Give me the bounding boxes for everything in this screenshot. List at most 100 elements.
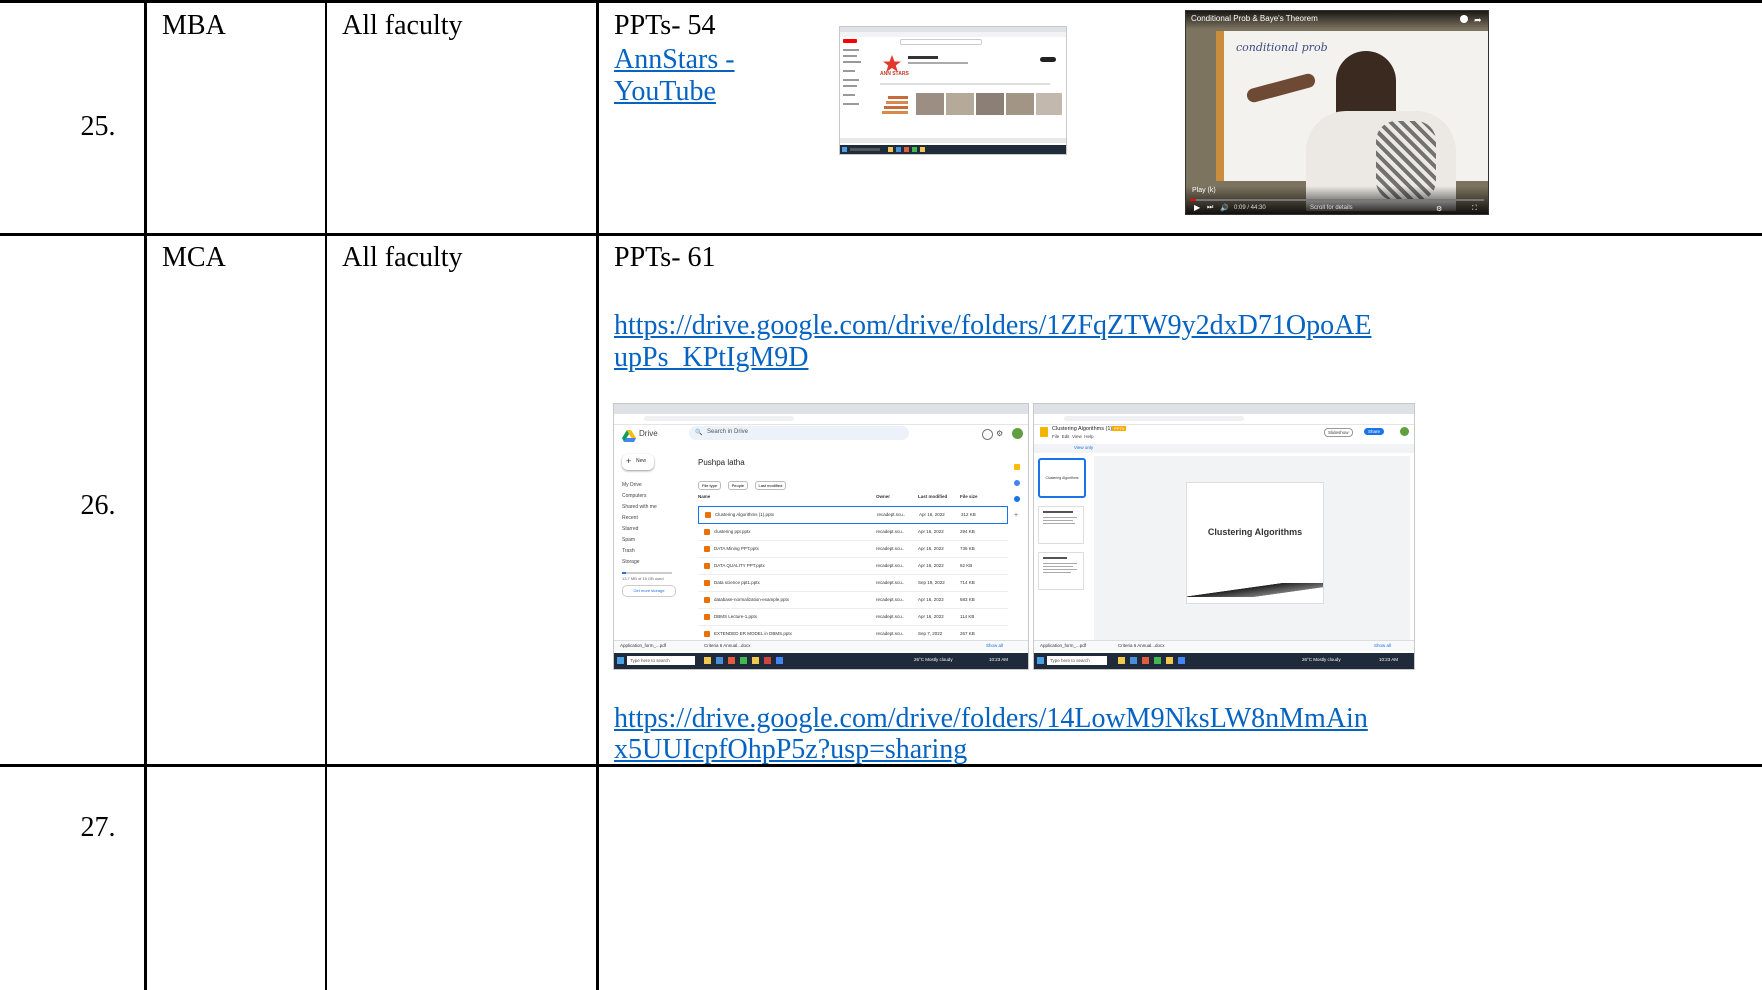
settings-icon[interactable]: ⚙ [1436, 205, 1442, 213]
file-size: 294 KB [960, 529, 975, 534]
download-item-1[interactable]: Application_form_...pdf [620, 643, 666, 648]
annstars-link-line2[interactable]: YouTube [614, 74, 716, 110]
windows-start-icon[interactable] [1037, 657, 1044, 664]
annstars-youtube-link[interactable]: AnnStars - [614, 44, 735, 75]
drive-link-1-line1[interactable]: https://drive.google.com/drive/folders/1… [614, 308, 1371, 344]
avatar[interactable] [1400, 427, 1409, 436]
file-list-header: Name Owner Last modified File size [698, 494, 978, 499]
playlist-stack [880, 93, 914, 123]
sidebar-item-my-drive[interactable]: My Drive [622, 482, 682, 493]
windows-start-icon[interactable] [617, 657, 624, 664]
table-row[interactable]: DATA QUALITY PPT.pptx recadept.scu.. Apr 1… [698, 558, 1008, 575]
file-owner: recadept.scu.. [876, 529, 905, 534]
file-modified: Apr 16, 2022 [918, 529, 944, 534]
ppt-count: PPTs- 54 [614, 10, 716, 41]
file-list: Clustering Algorithms (1).pptx recadept.s… [698, 506, 1008, 643]
avatar[interactable] [1012, 428, 1023, 439]
slides-toolbar: View only [1034, 444, 1414, 453]
annstars-link-line1[interactable]: AnnStars - [614, 42, 735, 78]
slide-thumb-2[interactable] [1038, 506, 1084, 544]
file-name: Clustering Algorithms (1).pptx [715, 512, 775, 517]
file-modified: Apr 16, 2022 [918, 597, 944, 602]
next-icon[interactable]: ⏭ [1207, 204, 1213, 212]
storage-bar [622, 572, 672, 574]
video-thumb-5 [1036, 93, 1062, 115]
menu-file[interactable]: File [1052, 434, 1059, 439]
pptx-file-icon [704, 631, 710, 637]
youtube-channel-screenshot: ANN STARS [839, 26, 1067, 155]
pptx-file-icon [704, 614, 710, 620]
volume-icon[interactable]: 🔊 [1220, 204, 1229, 212]
filter-last-modified[interactable]: Last modified [754, 481, 787, 490]
table-row[interactable]: clustering ppt.pptx recadept.scu.. Apr 16,… [698, 524, 1008, 541]
menu-edit[interactable]: Edit [1062, 434, 1070, 439]
drive-search-input[interactable]: 🔍 Search in Drive [689, 426, 909, 440]
drive-folder-link-2[interactable]: https://drive.google.com/drive/folders/1… [614, 703, 1368, 734]
download-bar [840, 138, 1066, 143]
program-cell: MBA [162, 10, 226, 41]
play-icon[interactable]: ▶ [1194, 203, 1200, 212]
sidebar-item-spam[interactable]: Spam [622, 537, 682, 548]
drive-folder-link-1[interactable]: https://drive.google.com/drive/folders/1… [614, 310, 1371, 341]
table-row[interactable]: database-normalization-example.pptx recad… [698, 592, 1008, 609]
menu-help[interactable]: Help [1084, 434, 1093, 439]
table-row[interactable]: DATA Mining PPT.pptx recadept.scu.. Apr 16… [698, 541, 1008, 558]
folder-title: Pushpa latha [698, 458, 745, 467]
sidebar-item-storage[interactable]: Storage [622, 559, 682, 570]
drive-folder-link-1-cont[interactable]: upPs_KPtIgM9D [614, 342, 808, 373]
sidebar-item-trash[interactable]: Trash [622, 548, 682, 559]
sidebar-item-starred[interactable]: Starred [622, 526, 682, 537]
sidebar-item-shared[interactable]: Shared with me [622, 504, 682, 515]
browser-addressbar [840, 32, 1066, 37]
table-row[interactable]: Data science ppt1.pptx recadept.scu.. Sep … [698, 575, 1008, 592]
slide-canvas-area: Clustering Algorithms [1094, 456, 1410, 641]
settings-icon[interactable]: ⚙ [996, 429, 1003, 438]
channel-desc-bar [908, 62, 968, 64]
download-item-1[interactable]: Application_form_...pdf [1040, 643, 1086, 648]
video-time: 0:09 / 44:30 [1234, 205, 1266, 211]
document-page: 25. MBA All faculty PPTs- 54 AnnStars - … [0, 0, 1762, 990]
google-drive-screenshot: Drive 🔍 Search in Drive ⚙ + New My Drive… [613, 403, 1029, 670]
table-row[interactable]: Clustering Algorithms (1).pptx recadept.s… [698, 506, 1008, 524]
view-only-chip[interactable]: View only [1074, 445, 1093, 450]
annstars-youtube-link-cont[interactable]: YouTube [614, 76, 716, 107]
sidebar-item-computers[interactable]: Computers [622, 493, 682, 504]
taskbar-search[interactable]: Type here to search [1047, 656, 1107, 665]
filter-file-type[interactable]: File type [698, 481, 722, 490]
subscribe-button [1040, 57, 1056, 62]
slide-decoration [1187, 583, 1323, 597]
channel-name-bar [908, 56, 938, 59]
slide-thumb-3[interactable] [1038, 552, 1084, 590]
video-thumb-2 [946, 93, 974, 115]
drive-folder-link-2-cont[interactable]: x5UUIcpfOhpP5z?usp=sharing [614, 734, 967, 765]
row-number: 27. [80, 812, 116, 843]
progress-bar[interactable] [1190, 199, 1484, 201]
show-all-button[interactable]: Show all [1374, 643, 1391, 648]
drive-link-2-line2[interactable]: x5UUIcpfOhpP5z?usp=sharing [614, 732, 967, 768]
share-button[interactable]: Share [1364, 428, 1385, 435]
sidebar-item-recent[interactable]: Recent [622, 515, 682, 526]
pptx-file-icon [704, 597, 710, 603]
show-all-button[interactable]: Show all [986, 643, 1003, 648]
get-storage-button[interactable]: Get more storage [622, 585, 676, 597]
new-button[interactable]: + New [622, 454, 654, 470]
downloads-bar: Application_form_...pdf Criteria 6 Annua… [614, 640, 1028, 651]
drive-link-1-line2[interactable]: upPs_KPtIgM9D [614, 340, 808, 376]
downloads-bar: Application_form_...pdf Criteria 6 Annua… [1034, 640, 1414, 651]
taskbar-search[interactable]: Type here to search [627, 656, 695, 665]
browser-addressbar [614, 414, 1028, 425]
filter-people[interactable]: People [727, 481, 749, 490]
filter-chips: File type People Last modified [698, 474, 787, 492]
download-item-2[interactable]: Criteria 6 Annual...docx [1118, 643, 1165, 648]
menu-view[interactable]: View [1072, 434, 1082, 439]
pptx-file-icon [704, 546, 710, 552]
column-divider-3 [596, 0, 599, 990]
table-border-top [0, 0, 1762, 3]
help-icon[interactable] [982, 429, 993, 440]
slide-thumb-1[interactable]: Clustering Algorithms [1038, 458, 1086, 498]
right-rail: + [1014, 464, 1022, 604]
fullscreen-icon[interactable]: ⛶ [1472, 205, 1477, 213]
table-row[interactable]: DBMS Lecture-1.pptx recadept.scu.. Apr 16,… [698, 609, 1008, 626]
download-item-2[interactable]: Criteria 6 Annual...docx [704, 643, 751, 648]
slideshow-button[interactable]: Slideshow [1324, 428, 1353, 437]
